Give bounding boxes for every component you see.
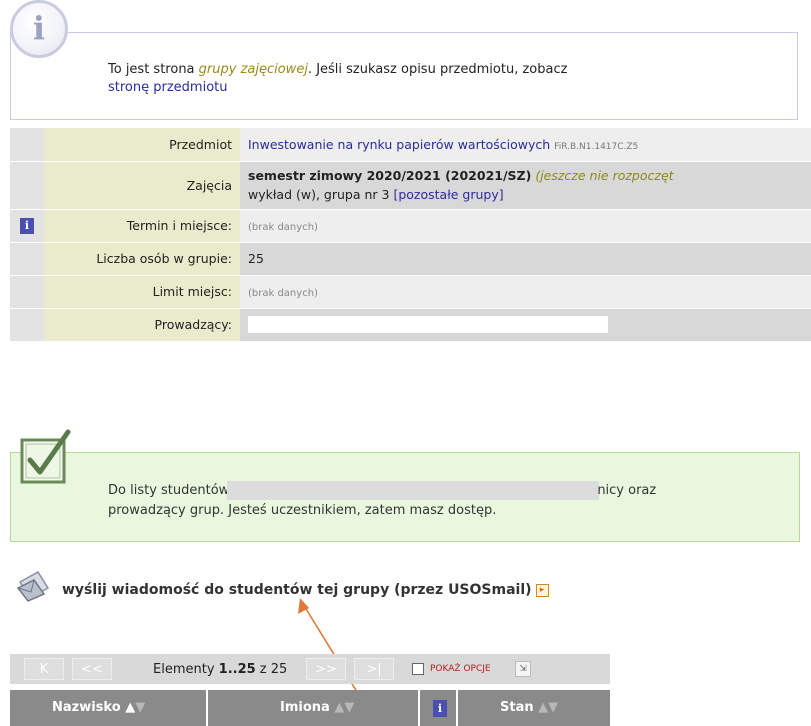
send-mail-link-text[interactable]: wyślij wiadomość do studentów tej grupy … <box>62 582 532 598</box>
class-type: wykład (w), grupa nr 3 <box>248 187 390 202</box>
info-icon[interactable]: i <box>433 700 447 717</box>
row-label: Prowadzący: <box>44 308 240 342</box>
row-label: Liczba osób w grupie: <box>44 242 240 276</box>
prev-page-button[interactable]: << <box>72 658 112 680</box>
row-label: Limit miejsc: <box>44 275 240 309</box>
mail-icon[interactable] <box>16 568 52 602</box>
info-icon: i <box>10 0 68 58</box>
row-label: Zajęcia <box>44 161 240 210</box>
pager-range-label: Elementy 1..25 z 25 <box>153 662 287 677</box>
row-value <box>240 308 811 342</box>
column-header-names[interactable]: Imiona ▲▼ <box>280 690 354 726</box>
column-separator <box>456 690 458 726</box>
show-options-checkbox[interactable] <box>412 663 424 675</box>
column-header-surname[interactable]: Nazwisko ▲▼ <box>52 690 145 726</box>
sort-down-icon[interactable]: ▼ <box>344 700 354 715</box>
table-row: i Termin i miejsce: (brak danych) <box>10 209 811 243</box>
limit-value: (brak danych) <box>248 288 318 299</box>
row-icon-cell <box>10 242 44 276</box>
table-row: Prowadzący: <box>10 308 811 342</box>
next-page-button[interactable]: >> <box>306 658 346 680</box>
checkmark-icon <box>20 429 71 484</box>
external-link-icon[interactable]: ▸ <box>535 583 549 597</box>
table-row: Zajęcia semestr zimowy 2020/2021 (202021… <box>10 161 811 210</box>
course-page-link[interactable]: stronę przedmiotu <box>108 80 228 95</box>
column-header-status[interactable]: Stan ▲▼ <box>500 690 558 726</box>
pager-label-prefix: Elementy <box>153 662 219 677</box>
access-notice-text: Do listy studentów nicy oraz prowadzący g… <box>108 481 748 521</box>
row-icon-cell <box>10 308 44 342</box>
last-page-button[interactable]: >| <box>354 658 394 680</box>
column-separator <box>418 690 420 726</box>
sort-up-icon[interactable]: ▲ <box>538 700 548 715</box>
schedule-value: (brak danych) <box>248 222 318 233</box>
info-notice-text: To jest strona grupy zajęciowej. Jeśli s… <box>108 61 748 97</box>
info-text-start: To jest strona <box>108 62 199 77</box>
row-value: 25 <box>240 242 811 276</box>
row-value: semestr zimowy 2020/2021 (202021/SZ) (je… <box>240 161 811 210</box>
column-label: Imiona <box>280 700 330 715</box>
column-separator <box>206 690 208 726</box>
row-value: (brak danych) <box>240 209 811 243</box>
pagination-bar: K << Elementy 1..25 z 25 >> >| POKAŻ OPC… <box>10 654 610 684</box>
table-row: Limit miejsc: (brak danych) <box>10 275 811 309</box>
row-label: Przedmiot <box>44 128 240 162</box>
show-options-label[interactable]: POKAŻ OPCJE <box>430 664 491 674</box>
row-icon-cell <box>10 128 44 162</box>
send-mail-link[interactable]: wyślij wiadomość do studentów tej grupy … <box>62 582 549 598</box>
sort-down-icon[interactable]: ▼ <box>548 700 558 715</box>
course-details-table: Przedmiot Inwestowanie na rynku papierów… <box>10 128 811 342</box>
access-text-end: nicy oraz <box>597 483 657 498</box>
redacted-text <box>227 481 600 500</box>
column-label: Stan <box>500 700 534 715</box>
row-icon-cell <box>10 161 44 210</box>
first-page-button[interactable]: K <box>24 658 64 680</box>
info-text-middle: . Jeśli szukasz opisu przedmiotu, zobacz <box>307 62 568 77</box>
row-icon-cell: i <box>10 209 44 243</box>
other-groups-link[interactable]: [pozostałe grupy] <box>393 187 503 202</box>
group-page-link[interactable]: grupy zajęciowej <box>199 62 308 77</box>
access-text-line2: prowadzący grup. Jesteś uczestnikiem, za… <box>108 503 497 518</box>
course-name-link[interactable]: Inwestowanie na rynku papierów wartościo… <box>248 137 550 152</box>
sort-up-icon[interactable]: ▲ <box>125 700 135 715</box>
semester-label[interactable]: semestr zimowy 2020/2021 (202021/SZ) <box>248 168 531 183</box>
sort-up-icon[interactable]: ▲ <box>334 700 344 715</box>
redacted-lecturer <box>248 316 608 333</box>
pager-range: 1..25 <box>218 662 256 677</box>
student-table-header: Nazwisko ▲▼ Imiona ▲▼ i Stan ▲▼ <box>10 690 610 726</box>
row-icon-cell <box>10 275 44 309</box>
semester-status: (jeszcze nie rozpoczęt <box>535 168 674 183</box>
export-icon[interactable]: ⇲ <box>515 661 531 677</box>
row-value: Inwestowanie na rynku papierów wartościo… <box>240 128 811 162</box>
table-row: Przedmiot Inwestowanie na rynku papierów… <box>10 128 811 162</box>
table-row: Liczba osób w grupie: 25 <box>10 242 811 276</box>
course-code: FiR.B.N1.1417C.Z5 <box>554 141 639 152</box>
pager-label-suffix: z 25 <box>255 662 288 677</box>
access-text-start: Do listy studentów <box>108 483 230 498</box>
sort-down-icon[interactable]: ▼ <box>135 700 145 715</box>
info-icon[interactable]: i <box>20 218 34 234</box>
row-label: Termin i miejsce: <box>44 209 240 243</box>
column-label: Nazwisko <box>52 700 121 715</box>
row-value: (brak danych) <box>240 275 811 309</box>
